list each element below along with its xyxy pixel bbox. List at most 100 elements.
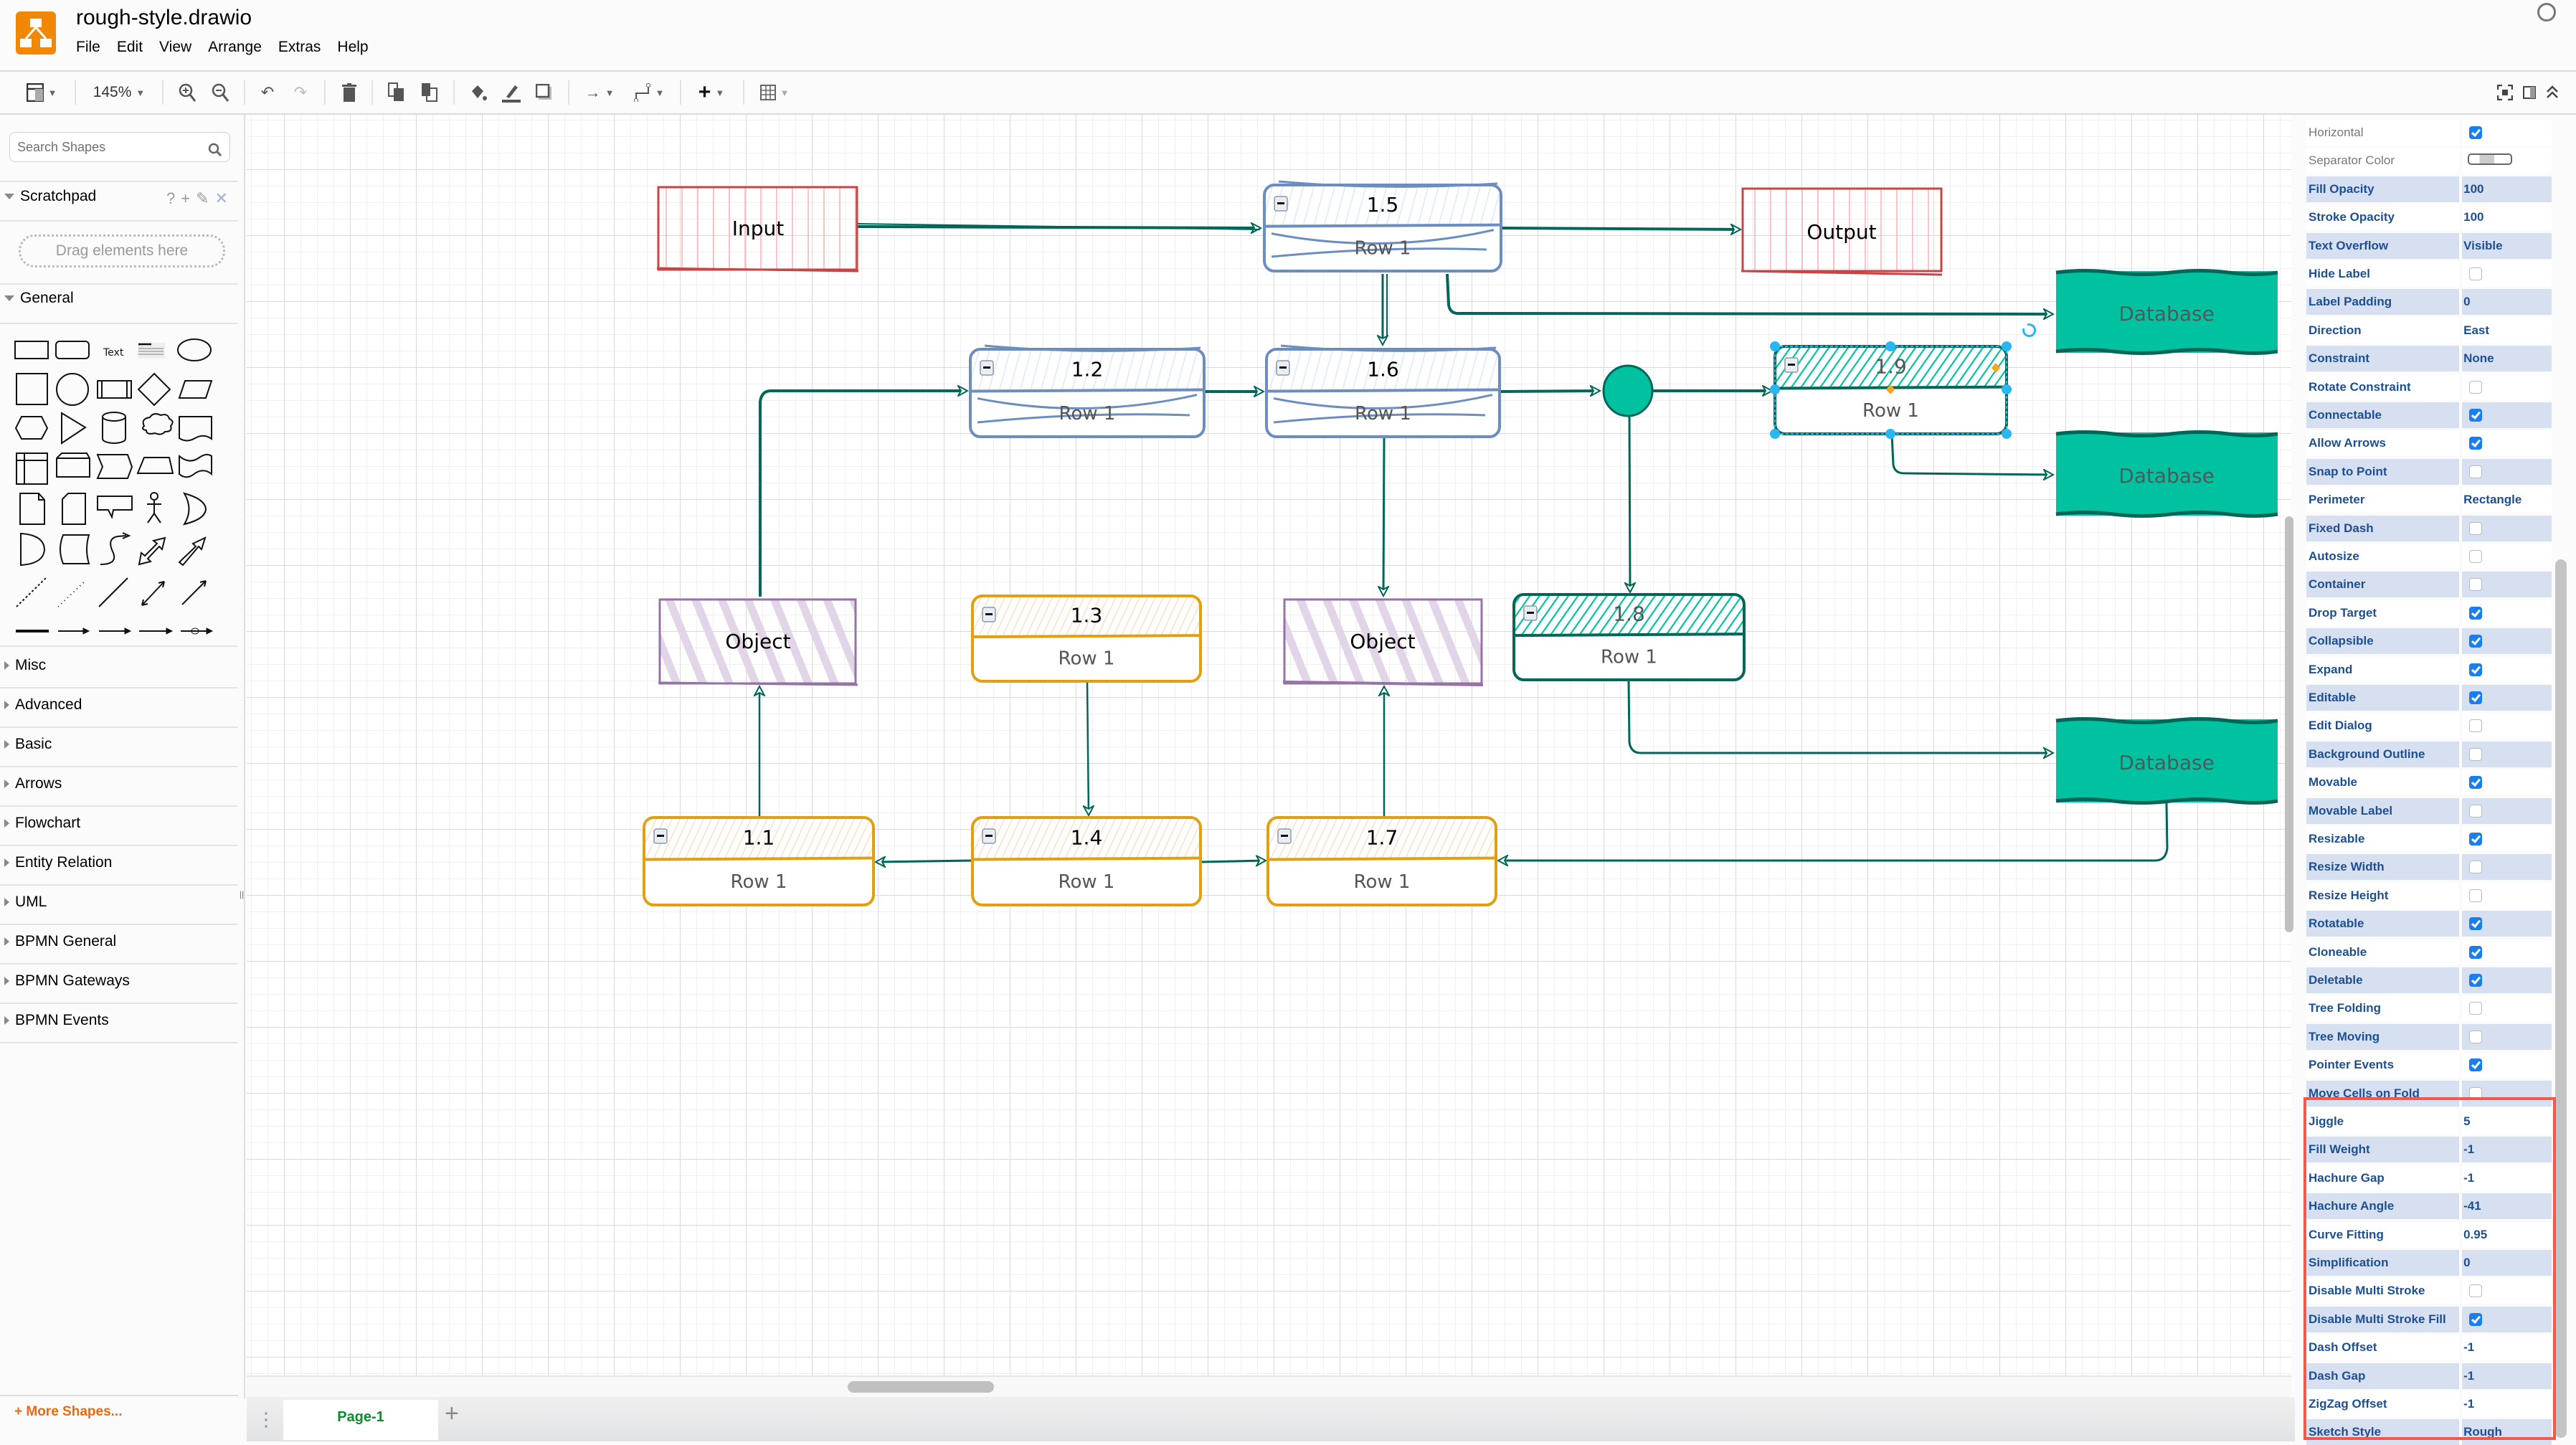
diagram-canvas[interactable]: Input Output Database Database Database — [247, 115, 2291, 1375]
checkbox-unchecked[interactable] — [2469, 889, 2483, 902]
collapse-toggle-icon[interactable] — [982, 828, 996, 844]
node-output[interactable]: Output — [1741, 187, 1943, 276]
property-value-cell[interactable] — [2462, 1306, 2552, 1332]
property-value-cell[interactable]: -1 — [2462, 1391, 2552, 1417]
shape-diamond[interactable] — [137, 372, 171, 407]
edge-1-4-to-1-7[interactable] — [1200, 861, 1265, 862]
checkbox-unchecked[interactable] — [2469, 747, 2483, 761]
property-value-cell[interactable] — [2462, 261, 2552, 287]
shape-delay[interactable] — [20, 532, 46, 567]
checkbox-unchecked[interactable] — [2469, 550, 2483, 563]
document-title[interactable]: rough-style.drawio — [76, 6, 252, 30]
checkbox-checked[interactable] — [2469, 945, 2483, 959]
property-value-cell[interactable]: 0 — [2462, 1250, 2552, 1276]
property-value-cell[interactable]: East — [2462, 317, 2552, 344]
shape-labeled-connector[interactable] — [58, 627, 90, 635]
more-shapes-button[interactable]: + More Shapes... — [14, 1404, 122, 1420]
property-value[interactable]: -1 — [2463, 1397, 2474, 1411]
menu-file[interactable]: File — [76, 39, 110, 56]
edge-1-6-to-obj2[interactable] — [1383, 436, 1384, 595]
sidebar-section-arrows[interactable]: Arrows — [4, 775, 62, 792]
property-value-cell[interactable] — [2462, 911, 2552, 937]
collapse-toggle-icon[interactable] — [1523, 605, 1538, 621]
collapse-toggle-icon[interactable] — [1277, 828, 1292, 844]
shape-bidirectional-arrow[interactable] — [138, 536, 166, 566]
property-value-cell[interactable] — [2462, 1080, 2552, 1107]
fullscreen-button[interactable] — [2496, 82, 2514, 103]
add-page-button[interactable]: + — [445, 1400, 459, 1428]
property-value-cell[interactable] — [2462, 854, 2552, 881]
property-value-cell[interactable]: 0.95 — [2462, 1221, 2552, 1248]
node-table-1-3[interactable]: 1.3 Row 1 — [971, 594, 1202, 683]
shape-actor[interactable] — [147, 492, 161, 523]
checkbox-checked[interactable] — [2469, 691, 2483, 704]
checkbox-checked[interactable] — [2469, 1058, 2483, 1072]
shape-internal-storage[interactable] — [16, 453, 48, 485]
collapse-toggle-icon[interactable] — [982, 607, 996, 622]
shape-document[interactable] — [179, 416, 212, 442]
shape-curved-arrow[interactable] — [100, 532, 131, 565]
shape-tape[interactable] — [179, 453, 212, 478]
shape-heading[interactable] — [138, 343, 165, 359]
property-value-cell[interactable]: -1 — [2462, 1137, 2552, 1163]
shape-line[interactable] — [98, 577, 128, 607]
fill-color-button[interactable] — [468, 82, 489, 103]
property-value[interactable]: 0 — [2463, 1256, 2470, 1269]
property-value-cell[interactable]: -1 — [2462, 1363, 2552, 1389]
property-value-cell[interactable] — [2462, 939, 2552, 965]
property-value[interactable]: 0 — [2463, 295, 2470, 308]
checkbox-unchecked[interactable] — [2469, 521, 2483, 535]
property-value-cell[interactable] — [2462, 741, 2552, 767]
shape-text[interactable]: Text — [103, 347, 124, 359]
add-icon[interactable]: + — [181, 189, 190, 208]
property-value-cell[interactable] — [2462, 544, 2552, 569]
node-object-1[interactable]: Object — [658, 598, 858, 686]
table-dropdown[interactable]: ▼ — [756, 82, 793, 103]
checkbox-checked[interactable] — [2469, 917, 2483, 931]
sidebar-section-basic[interactable]: Basic — [4, 736, 52, 753]
property-value[interactable]: None — [2463, 351, 2494, 365]
close-icon[interactable]: ✕ — [215, 189, 228, 208]
to-back-button[interactable] — [419, 82, 440, 103]
redo-button[interactable]: ↷ — [290, 82, 311, 103]
sidebar-section-entity-relation[interactable]: Entity Relation — [4, 854, 112, 871]
shape-rectangle[interactable] — [14, 341, 49, 359]
shape-bidirectional-connector[interactable] — [141, 581, 165, 606]
shape-stored-data[interactable] — [60, 534, 90, 564]
to-front-button[interactable] — [386, 82, 407, 103]
checkbox-unchecked[interactable] — [2469, 380, 2483, 394]
property-value[interactable]: 100 — [2463, 210, 2483, 224]
property-value-cell[interactable] — [2462, 148, 2552, 174]
edge-db3-to-1-7[interactable] — [1499, 802, 2169, 861]
shape-arrow[interactable] — [178, 536, 207, 567]
shape-directional-connector[interactable] — [181, 580, 207, 605]
property-value-cell[interactable]: 100 — [2462, 204, 2552, 231]
shape-callout[interactable] — [97, 496, 133, 520]
checkbox-unchecked[interactable] — [2469, 1284, 2483, 1298]
shape-step[interactable] — [96, 454, 133, 479]
property-value-cell[interactable]: 100 — [2462, 176, 2552, 202]
checkbox-unchecked[interactable] — [2469, 719, 2483, 733]
node-object-2[interactable]: Object — [1282, 598, 1484, 686]
property-value-cell[interactable]: Visible — [2462, 232, 2552, 259]
sidebar-section-bpmn-general[interactable]: BPMN General — [4, 933, 116, 950]
shape-trapezoid[interactable] — [136, 457, 174, 474]
insert-dropdown[interactable]: + ▼ — [693, 80, 730, 104]
shape-card[interactable] — [62, 493, 86, 525]
node-circle[interactable] — [1602, 364, 1654, 417]
node-database-3[interactable]: Database — [2055, 717, 2278, 805]
edge-1-3-to-1-4[interactable] — [1087, 681, 1089, 815]
collapse-toggle-icon[interactable] — [980, 360, 994, 376]
vertical-scroll-thumb[interactable] — [2285, 516, 2293, 932]
property-value-cell[interactable] — [2462, 713, 2552, 739]
delete-button[interactable] — [338, 82, 360, 103]
shape-connector-source-target[interactable] — [99, 627, 132, 635]
property-value-cell[interactable] — [2462, 995, 2552, 1022]
property-value-cell[interactable]: -41 — [2462, 1193, 2552, 1220]
format-toggle-button[interactable] — [2520, 82, 2539, 103]
page-menu-button[interactable]: ⋮ — [255, 1402, 278, 1436]
property-value-cell[interactable] — [2462, 1052, 2552, 1079]
node-table-1-5[interactable]: 1.5 Row 1 — [1263, 180, 1502, 273]
shape-dashed-line[interactable] — [16, 577, 47, 607]
checkbox-unchecked[interactable] — [2469, 1002, 2483, 1015]
